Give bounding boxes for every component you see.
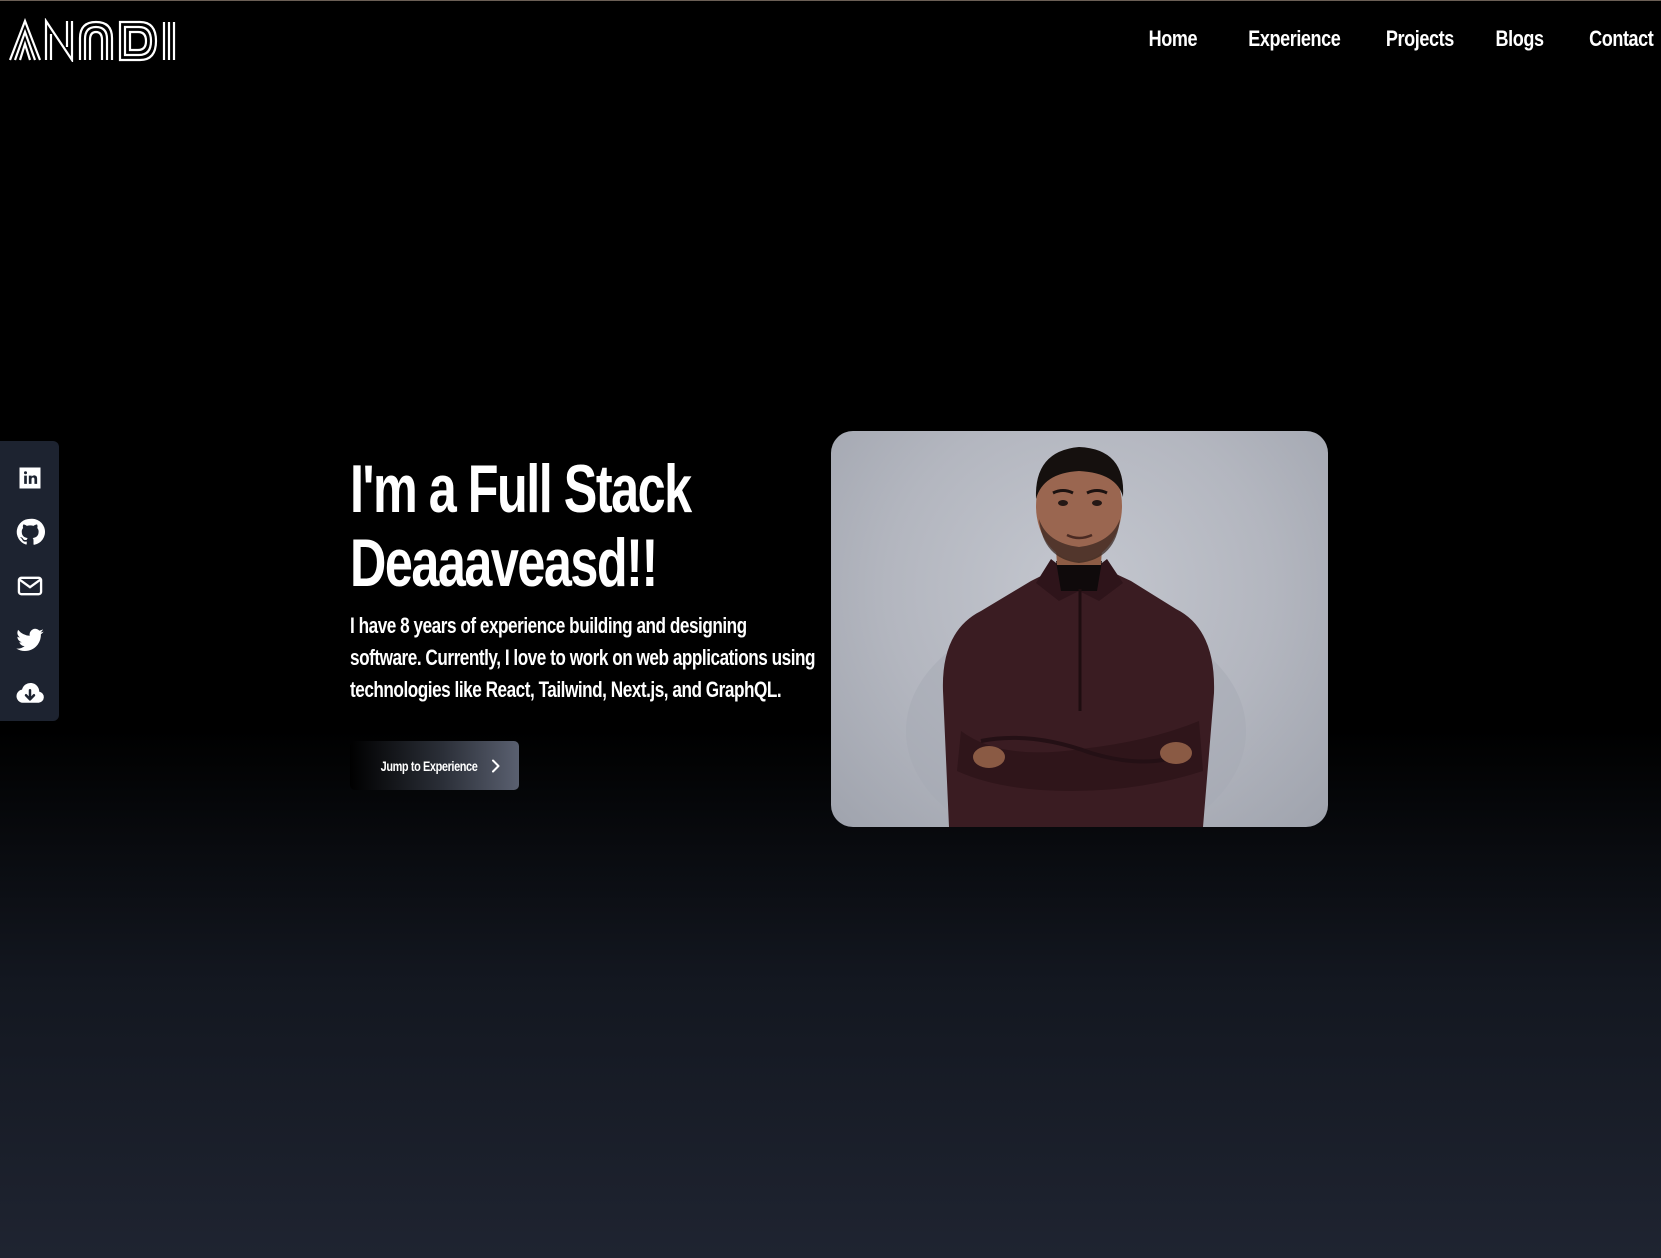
mail-icon (17, 576, 42, 596)
nav-home[interactable]: Home (1148, 22, 1197, 56)
window-top-border (0, 0, 1661, 1)
email-link[interactable] (0, 559, 59, 613)
cta-label: Jump to Experience (381, 757, 478, 774)
site-logo[interactable] (8, 18, 188, 62)
chevron-right-icon (491, 759, 500, 772)
hero-headline: I'm a Full Stack Deaaaveasd!! (350, 452, 698, 600)
twitter-link[interactable] (0, 613, 59, 667)
linkedin-link[interactable] (0, 451, 59, 505)
nav-contact[interactable]: Contact (1589, 22, 1654, 56)
cloud-download-icon (15, 682, 44, 703)
headline-line-2: Deaaaveasd!! (350, 525, 658, 601)
resume-download-link[interactable] (0, 667, 59, 721)
jump-to-experience-button[interactable]: Jump to Experience (350, 741, 519, 790)
hero-bio: I have 8 years of experience building an… (350, 613, 816, 702)
social-sidebar (0, 441, 59, 721)
logo-wordmark (8, 18, 176, 62)
github-link[interactable] (0, 505, 59, 559)
linkedin-icon (19, 467, 40, 489)
profile-photo (831, 431, 1328, 827)
github-icon (16, 518, 45, 545)
twitter-icon (15, 628, 44, 652)
nav-projects[interactable]: Projects (1386, 22, 1454, 56)
main-nav: Home Experience Projects Blogs Contact (1138, 22, 1653, 56)
hero-intro: I'm a Full Stack Deaaaveasd!! I have 8 y… (350, 452, 820, 706)
person-portrait-image (906, 447, 1246, 827)
nav-blogs[interactable]: Blogs (1496, 22, 1544, 56)
headline-line-1: I'm a Full Stack (350, 451, 692, 527)
nav-experience[interactable]: Experience (1248, 22, 1341, 56)
